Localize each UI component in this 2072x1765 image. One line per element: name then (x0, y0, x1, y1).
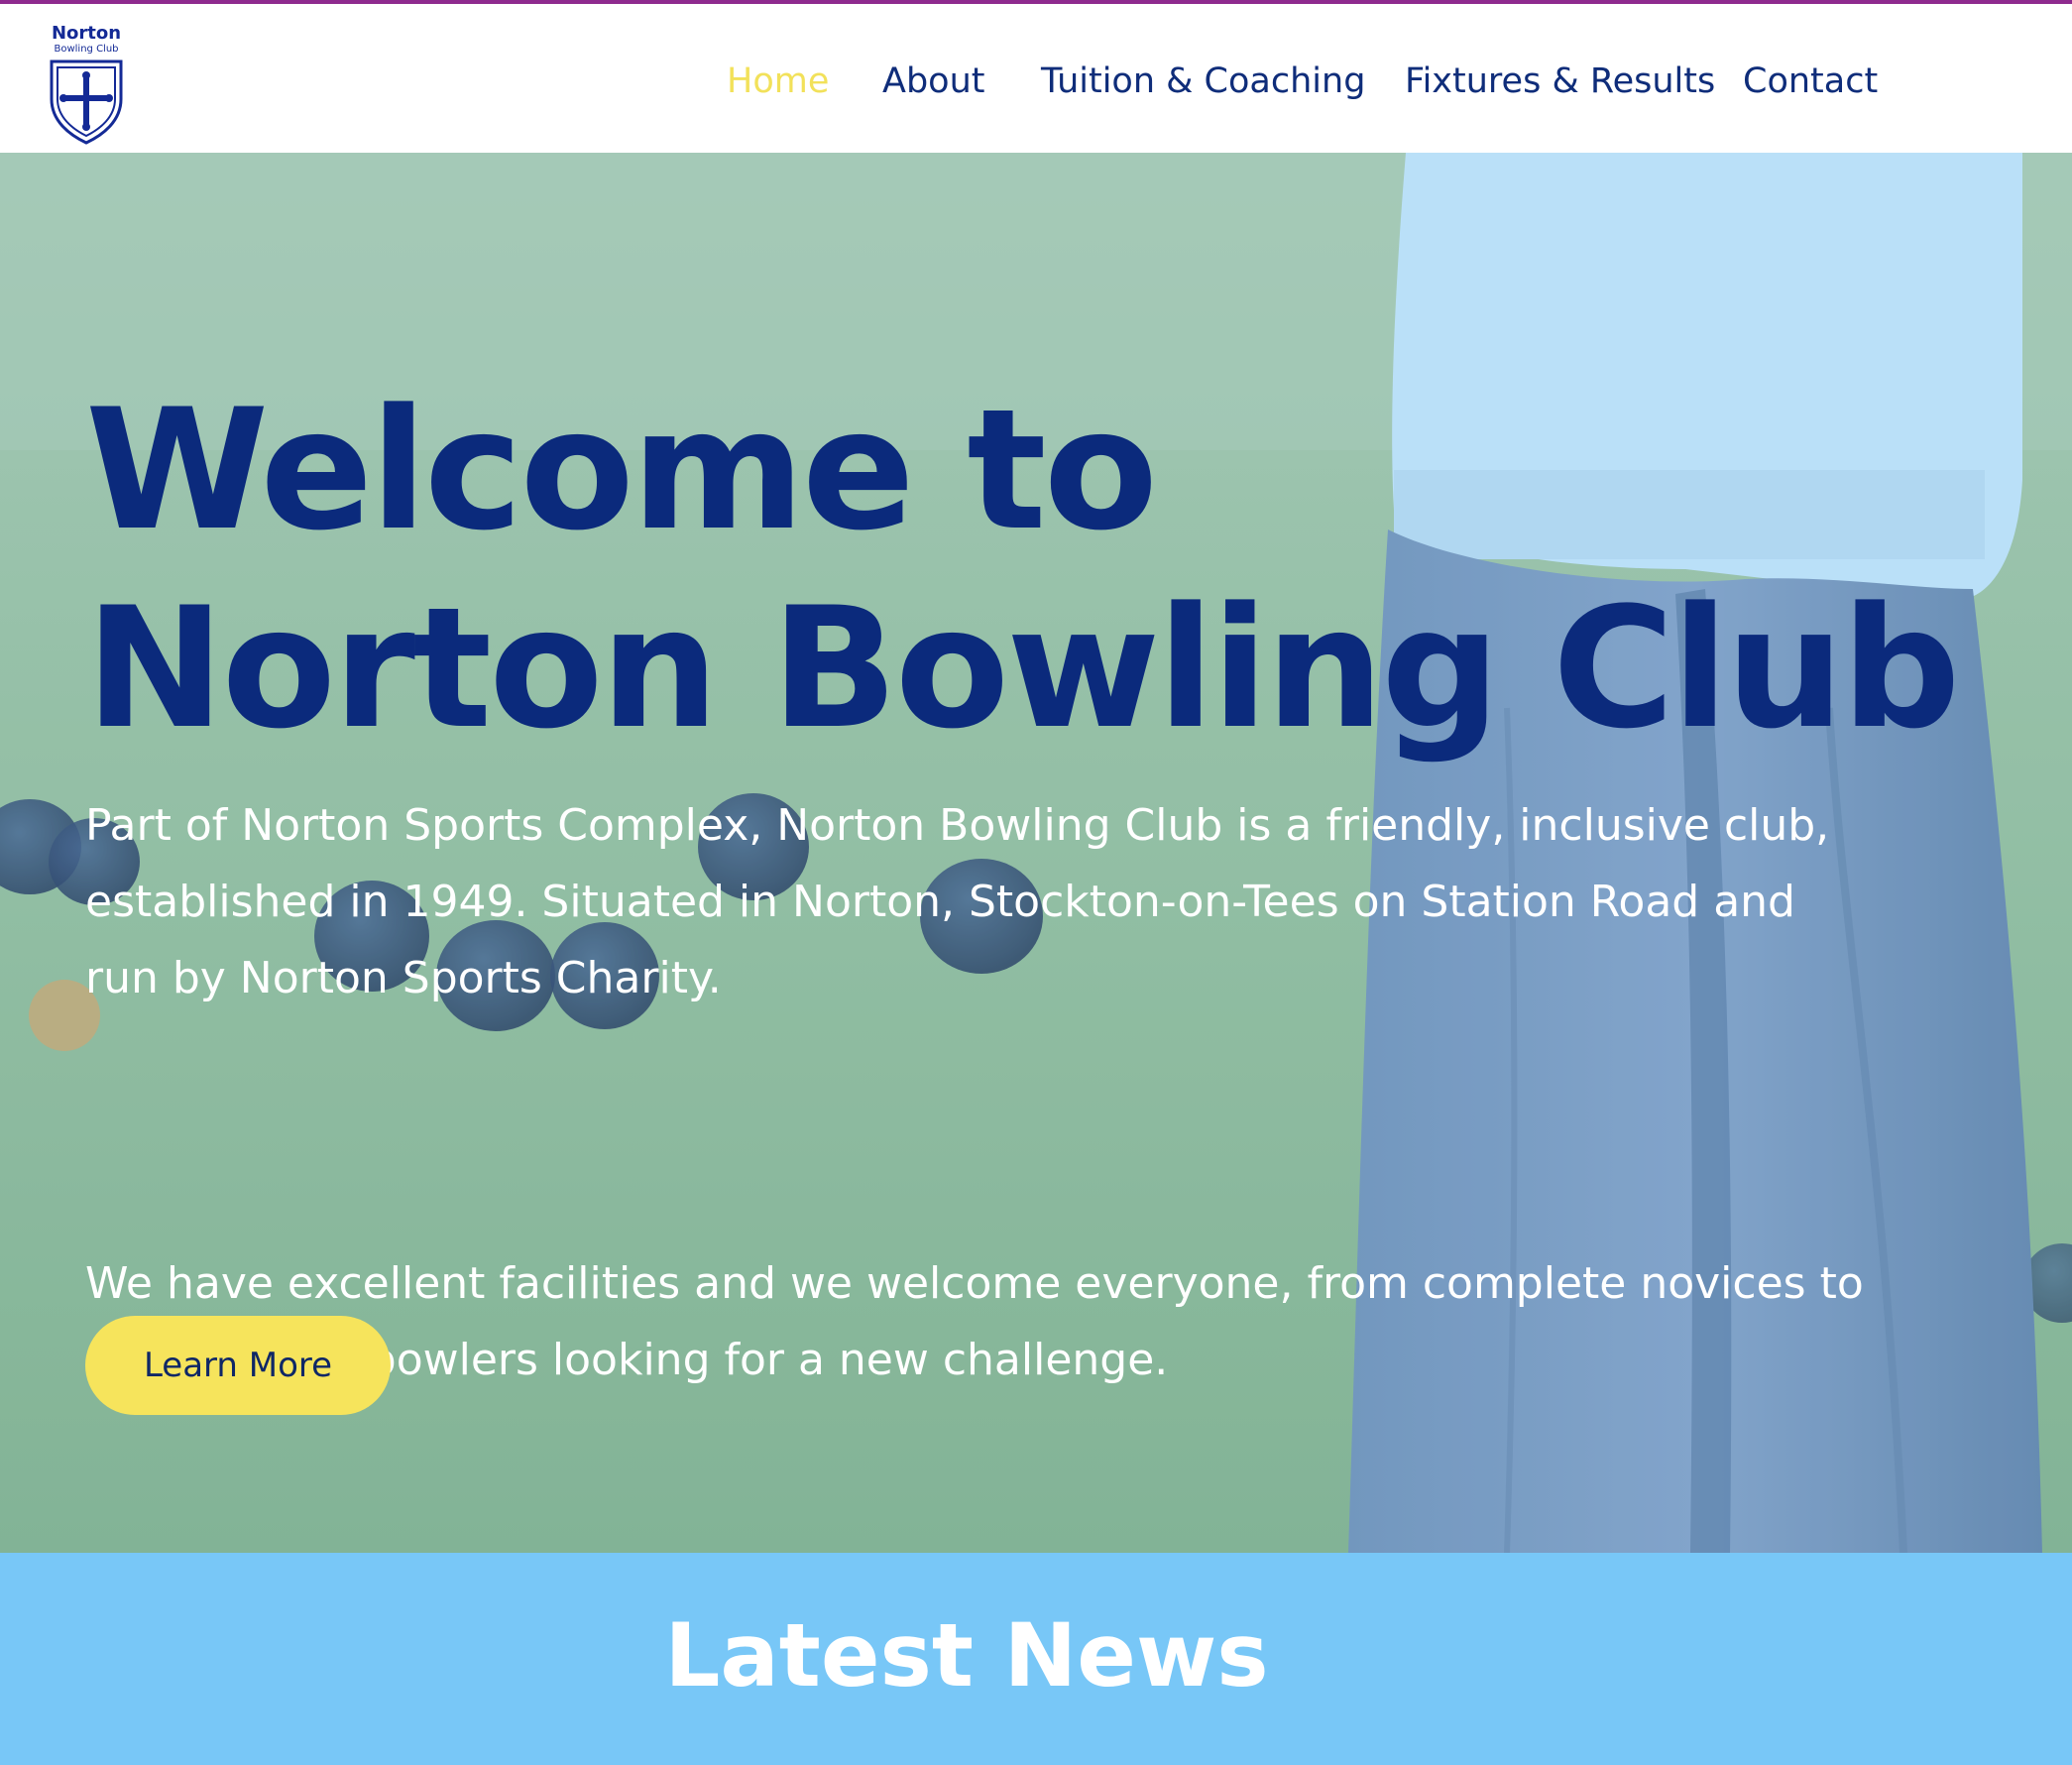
hero-intro-paragraph: Part of Norton Sports Complex, Norton Bo… (85, 800, 1830, 1003)
hero-title: Welcome to Norton Bowling Club (85, 371, 1969, 767)
site-header: Norton Bowling Club Home About Tuition &… (0, 4, 2072, 153)
hero-section: Welcome to Norton Bowling Club Part of N… (0, 153, 2072, 1553)
nav-about[interactable]: About (882, 59, 984, 103)
logo-title: Norton (51, 23, 122, 44)
nav-tuition-coaching[interactable]: Tuition & Coaching (1041, 59, 1365, 103)
hero-title-line-1: Welcome to (85, 373, 1158, 567)
shield-crest-icon (50, 59, 123, 145)
club-logo[interactable]: Norton Bowling Club (44, 24, 129, 147)
nav-contact[interactable]: Contact (1743, 59, 1878, 103)
nav-fixtures-results[interactable]: Fixtures & Results (1405, 59, 1715, 103)
nav-home[interactable]: Home (727, 59, 829, 103)
latest-news-section: Latest News (0, 1553, 2072, 1765)
learn-more-button[interactable]: Learn More (85, 1316, 391, 1415)
latest-news-title: Latest News (664, 1604, 1269, 1706)
hero-title-line-2: Norton Bowling Club (85, 571, 1961, 765)
logo-subtitle: Bowling Club (54, 44, 119, 55)
